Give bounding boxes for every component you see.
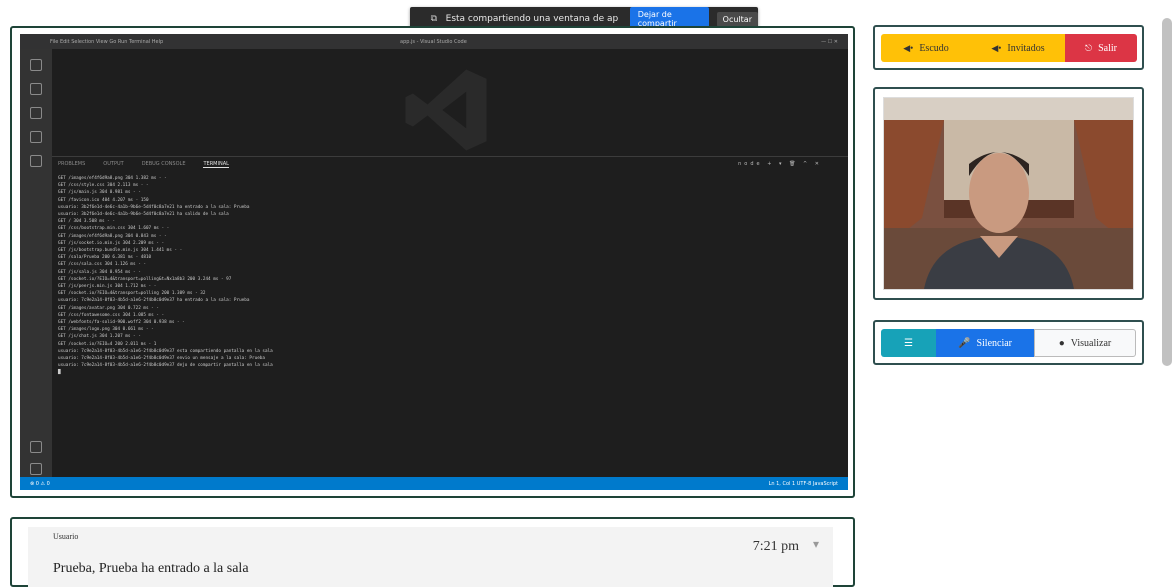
status-info: Ln 1, Col 1 UTF-8 JavaScript: [768, 480, 838, 487]
terminal-line: GET /css/style.css 304 2.113 ms - -: [58, 183, 149, 189]
terminal-line: GET /images/logo.png 304 0.661 ms - -: [58, 327, 154, 333]
terminal-line: usuario: 3b2f6e1d-4e6c-4a1b-9b6e-5d4f0c8…: [58, 204, 250, 210]
webcam-video: [883, 97, 1134, 290]
media-tools: ☰ 🎤 Silenciar ● Visualizar: [873, 320, 1144, 365]
terminal-line: GET /js/chat.js 304 1.207 ms - -: [58, 334, 141, 340]
salir-label: Salir: [1098, 42, 1117, 54]
webcam-image: [884, 98, 1133, 289]
message-user: Usuario: [53, 532, 79, 541]
terminal-line: GET /images/ef4f6d9a8.png 304 1.382 ms -…: [58, 176, 167, 181]
chat-panel: Usuario 7:21 pm ▾ Prueba, Prueba ha entr…: [10, 517, 855, 587]
terminal-controls: node + ▾ 🗑 ^ ✕: [738, 161, 822, 167]
terminal-line: GET /js/socket.io.min.js 304 2.209 ms - …: [58, 240, 165, 246]
debug-icon: [30, 131, 42, 143]
terminal-line: usuario: 7c9e2a14-8f03-4b5d-a1e6-2f4b8c0…: [58, 298, 250, 304]
account-icon: [30, 441, 42, 453]
toggle-view-button[interactable]: ● Visualizar: [1034, 329, 1136, 357]
terminal-line: █: [58, 370, 61, 376]
terminal-line: GET /sala/Prueba 200 6.381 ms - 4810: [58, 255, 152, 261]
terminal-line: usuario: 7c9e2a14-8f03-4b5d-a1e6-2f4b8c0…: [58, 363, 273, 369]
mute-label: Silenciar: [976, 337, 1012, 349]
invitados-label: Invitados: [1007, 42, 1045, 54]
chevron-down-icon[interactable]: ▾: [813, 537, 819, 551]
terminal-line: usuario: 7c9e2a14-8f03-4b5d-a1e6-2f4b8c0…: [58, 356, 265, 362]
terminal-line: GET / 304 3.508 ms - -: [58, 219, 115, 225]
terminal-line: GET /js/peerjs.min.js 304 1.712 ms - -: [58, 284, 157, 290]
vscode-logo-icon: [405, 69, 487, 151]
room-controls: ◀• Escudo ◀• Invitados ⎋ Salir: [873, 25, 1144, 70]
tab-debug-console: DEBUG CONSOLE: [141, 161, 186, 167]
explorer-icon: [30, 59, 42, 71]
terminal-line: GET /webfonts/fa-solid-900.woff2 304 0.9…: [58, 320, 185, 326]
terminal-line: GET /css/fontawesome.css 304 1.085 ms - …: [58, 312, 165, 318]
terminal-line: GET /css/bootstrap.min.css 304 1.607 ms …: [58, 226, 170, 232]
vscode-titlebar: File Edit Selection View Go Run Terminal…: [20, 34, 848, 49]
screen-share-icon: ⧉: [430, 14, 438, 24]
chat-message: Usuario 7:21 pm ▾ Prueba, Prueba ha entr…: [28, 527, 833, 587]
shared-screen-panel: File Edit Selection View Go Run Terminal…: [10, 26, 855, 498]
source-control-icon: [30, 107, 42, 119]
escudo-button[interactable]: ◀• Escudo: [881, 34, 971, 62]
arrow-left-icon: ◀•: [991, 42, 1002, 53]
settings-gear-icon: [30, 463, 42, 475]
invitados-button[interactable]: ◀• Invitados: [971, 34, 1065, 62]
arrow-left-icon: ◀•: [903, 42, 914, 53]
terminal-line: GET /images/ef4f6d9a8.png 304 0.843 ms -…: [58, 233, 167, 239]
vscode-menu: File Edit Selection View Go Run Terminal…: [50, 38, 164, 45]
terminal-line: GET /js/main.js 304 0.981 ms - -: [58, 190, 141, 196]
message-text: Prueba, Prueba ha entrado a la sala: [53, 561, 249, 576]
terminal-line: GET /js/bootstrap.bundle.min.js 304 1.44…: [58, 248, 183, 254]
page-scrollbar[interactable]: [1162, 18, 1172, 366]
eye-icon: ●: [1058, 337, 1065, 349]
tab-output: OUTPUT: [103, 161, 124, 167]
terminal-line: GET /socket.io/?EIO=4&transport=polling&…: [58, 276, 232, 282]
exit-icon: ⎋: [1084, 42, 1093, 53]
menu-icon: ☰: [904, 337, 913, 349]
terminal-line: GET /css/sala.css 304 1.126 ms - -: [58, 262, 146, 268]
vscode-window-controls: — ☐ ✕: [821, 38, 838, 45]
menu-button[interactable]: ☰: [881, 329, 936, 357]
search-icon: [30, 83, 42, 95]
shared-screen-video: File Edit Selection View Go Run Terminal…: [20, 34, 848, 490]
terminal-tabs: PROBLEMS OUTPUT DEBUG CONSOLE TERMINAL n…: [52, 157, 848, 171]
escudo-label: Escudo: [919, 42, 949, 54]
terminal-line: GET /socket.io/?EIO=4 200 2.011 ms - 1: [58, 341, 157, 347]
vscode-window-title: app.js - Visual Studio Code: [400, 38, 467, 45]
toggle-view-label: Visualizar: [1070, 337, 1112, 349]
mute-button[interactable]: 🎤 Silenciar: [936, 329, 1034, 357]
vscode-status-bar: ⊗ 0 ⚠ 0 Ln 1, Col 1 UTF-8 JavaScript: [20, 477, 848, 490]
tab-terminal: TERMINAL: [203, 160, 229, 168]
terminal-line: GET /favicon.ico 404 4.207 ms - 150: [58, 197, 149, 203]
terminal-line: GET /images/avatar.png 304 0.722 ms - -: [58, 305, 159, 311]
message-time: 7:21 pm: [752, 539, 799, 554]
share-banner-message: Esta compartiendo una ventana de aplicac…: [445, 14, 618, 24]
status-problems: ⊗ 0 ⚠ 0: [30, 480, 50, 487]
terminal-output: GET /images/ef4f6d9a8.png 304 1.382 ms -…: [52, 171, 848, 381]
vscode-terminal: PROBLEMS OUTPUT DEBUG CONSOLE TERMINAL n…: [52, 156, 848, 477]
hide-banner-button[interactable]: Ocultar: [716, 11, 758, 27]
tab-problems: PROBLEMS: [58, 161, 86, 167]
microphone-icon: 🎤: [958, 337, 971, 349]
vscode-activity-bar: [20, 49, 52, 477]
terminal-line: GET /socket.io/?EIO=4&transport=polling …: [58, 291, 206, 297]
terminal-line: GET /js/sala.js 304 0.954 ms - -: [58, 269, 141, 275]
terminal-line: usuario: 7c9e2a14-8f03-4b5d-a1e6-2f4b8c0…: [58, 348, 273, 354]
extensions-icon: [30, 155, 42, 167]
salir-button[interactable]: ⎋ Salir: [1065, 34, 1137, 62]
webcam-panel: [873, 87, 1144, 300]
terminal-line: usuario: 3b2f6e1d-4e6c-4a1b-9b6e-5d4f0c8…: [58, 212, 229, 218]
